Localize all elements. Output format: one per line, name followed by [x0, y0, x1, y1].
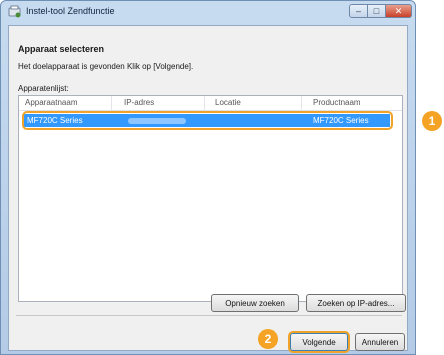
close-button[interactable]: ✕: [386, 4, 412, 18]
search-by-ip-button[interactable]: Zoeken op IP-adres...: [306, 294, 406, 312]
column-divider[interactable]: [204, 96, 205, 110]
app-icon: [8, 5, 21, 18]
device-list-header: Apparaatnaam IP-adres Locatie Productnaa…: [19, 96, 402, 111]
next-button[interactable]: Volgende: [290, 333, 348, 351]
device-list[interactable]: Apparaatnaam IP-adres Locatie Productnaa…: [18, 95, 403, 302]
column-divider[interactable]: [111, 96, 112, 110]
maximize-button[interactable]: □: [368, 4, 386, 18]
callout-badge-1: 1: [422, 111, 442, 131]
dialog-body: Apparaat selecteren Het doelapparaat is …: [8, 25, 408, 353]
title-bar[interactable]: Instel-tool Zendfunctie – □ ✕: [1, 1, 415, 23]
dialog-window: Instel-tool Zendfunctie – □ ✕ Apparaat s…: [0, 0, 416, 355]
column-divider[interactable]: [301, 96, 302, 110]
column-header-product-name[interactable]: Productnaam: [313, 98, 361, 110]
minimize-button[interactable]: –: [349, 4, 368, 18]
callout-badge-2: 2: [258, 329, 278, 349]
column-header-location[interactable]: Locatie: [215, 98, 241, 110]
column-header-ip-address[interactable]: IP-adres: [124, 98, 154, 110]
column-header-device-name[interactable]: Apparaatnaam: [25, 98, 77, 110]
device-list-label: Apparatenlijst:: [18, 84, 69, 93]
instruction-text: Het doelapparaat is gevonden Klik op [Vo…: [18, 62, 194, 71]
selection-highlight: [22, 111, 393, 130]
page-title: Apparaat selecteren: [18, 44, 105, 54]
divider: [16, 315, 402, 316]
cancel-button[interactable]: Annuleren: [355, 333, 405, 351]
window-title: Instel-tool Zendfunctie: [26, 6, 115, 16]
research-button[interactable]: Opnieuw zoeken: [211, 294, 299, 312]
